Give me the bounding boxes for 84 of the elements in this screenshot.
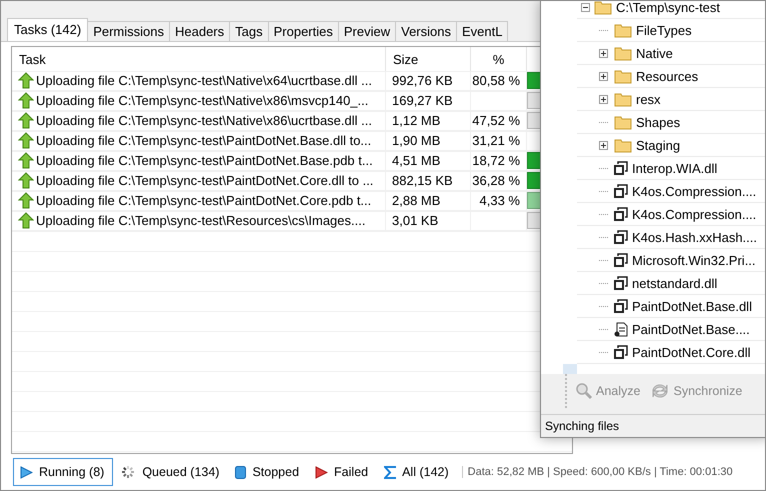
tree-item[interactable]: K4os.Hash.xxHash.... bbox=[577, 226, 765, 249]
size-cell: 1,12 MB bbox=[386, 111, 471, 130]
collapse-icon[interactable] bbox=[581, 2, 590, 12]
size-cell: 4,51 MB bbox=[386, 151, 471, 170]
tree-item[interactable]: PaintDotNet.Core.dll bbox=[577, 341, 765, 364]
task-text: Uploading file C:\Temp\sync-test\Native\x86\ucrtbase.dll ... bbox=[36, 113, 372, 128]
up-arrow-icon bbox=[18, 132, 34, 149]
up-arrow-icon bbox=[18, 92, 34, 109]
window-stack-icon bbox=[614, 161, 628, 175]
up-arrow-icon bbox=[18, 72, 34, 89]
folder-icon bbox=[614, 68, 632, 84]
filter-button[interactable]: Running (8) bbox=[13, 458, 114, 486]
tree-item[interactable]: PaintDotNet.Base.dll bbox=[577, 295, 765, 318]
tab[interactable]: EventL bbox=[456, 21, 508, 41]
percent-cell: 31,21 % bbox=[471, 131, 527, 150]
size-cell: 992,76 KB bbox=[386, 71, 471, 90]
stop-icon bbox=[235, 466, 246, 478]
dialog-status: Synching files bbox=[541, 414, 765, 437]
expand-icon[interactable] bbox=[599, 48, 608, 58]
column-header[interactable]: % bbox=[471, 47, 527, 71]
tab[interactable]: Properties bbox=[268, 21, 339, 41]
up-arrow-icon bbox=[18, 192, 34, 209]
document-icon bbox=[614, 322, 628, 336]
folder-icon bbox=[614, 22, 632, 38]
refresh-icon bbox=[650, 382, 670, 400]
tree-item[interactable]: Staging bbox=[577, 134, 765, 157]
tree-item[interactable]: Shapes bbox=[577, 111, 765, 134]
tree-item[interactable]: Resources bbox=[577, 65, 765, 88]
up-arrow-icon bbox=[18, 152, 34, 169]
size-cell: 3,01 KB bbox=[386, 211, 471, 230]
tree-item[interactable]: K4os.Compression.... bbox=[577, 180, 765, 203]
filter-button[interactable]: Stopped bbox=[228, 458, 308, 486]
filter-button[interactable]: Failed bbox=[308, 458, 378, 486]
task-text: Uploading file C:\Temp\sync-test\PaintDotNet.Base.dll to... bbox=[36, 133, 372, 148]
tree-item[interactable]: PaintDotNet.Base.... bbox=[577, 318, 765, 341]
size-cell: 169,27 KB bbox=[386, 91, 471, 110]
tree-item[interactable]: C:\Temp\sync-test bbox=[577, 1, 765, 19]
expand-icon[interactable] bbox=[599, 140, 608, 150]
window-stack-icon bbox=[614, 207, 628, 221]
size-cell: 2,88 MB bbox=[386, 191, 471, 210]
column-header[interactable]: Size bbox=[386, 47, 471, 71]
filter-button[interactable]: Queued (134) bbox=[113, 458, 228, 486]
tab[interactable]: Tags bbox=[229, 21, 269, 41]
tree-item[interactable]: Native bbox=[577, 42, 765, 65]
up-arrow-icon bbox=[18, 212, 34, 229]
task-text: Uploading file C:\Temp\sync-test\PaintDotNet.Core.dll to ... bbox=[36, 173, 374, 188]
folder-icon bbox=[614, 92, 632, 106]
sigma-icon bbox=[384, 466, 396, 478]
tree-item[interactable]: Microsoft.Win32.Pri... bbox=[577, 249, 765, 272]
window-stack-icon bbox=[614, 253, 628, 267]
task-text: Uploading file C:\Temp\sync-test\Resources\cs\Images.... bbox=[36, 213, 366, 228]
size-cell: 882,15 KB bbox=[386, 171, 471, 190]
tree-item[interactable]: K4os.Compression.... bbox=[577, 203, 765, 226]
size-cell: 1,90 MB bbox=[386, 131, 471, 150]
folder-icon bbox=[614, 138, 632, 152]
up-arrow-icon bbox=[18, 112, 34, 129]
up-arrow-icon bbox=[18, 172, 34, 189]
tab[interactable]: Tasks (142) bbox=[7, 18, 88, 41]
task-text: Uploading file C:\Temp\sync-test\PaintDotNet.Base.pdb t... bbox=[36, 153, 373, 168]
play-icon bbox=[20, 466, 33, 478]
window-stack-icon bbox=[614, 184, 628, 198]
selection-highlight bbox=[563, 364, 577, 374]
task-text: Uploading file C:\Temp\sync-test\Native\x64\ucrtbase.dll ... bbox=[36, 73, 372, 88]
window-stack-icon bbox=[614, 345, 628, 359]
spinner-icon bbox=[120, 464, 136, 480]
play-icon bbox=[315, 466, 328, 478]
window-stack-icon bbox=[614, 276, 628, 290]
tree-item[interactable]: Interop.WIA.dll bbox=[577, 157, 765, 180]
expand-icon[interactable] bbox=[599, 94, 608, 104]
tree-item[interactable]: netstandard.dll bbox=[577, 272, 765, 295]
folder-icon bbox=[614, 46, 632, 60]
folder-icon bbox=[614, 114, 632, 130]
column-header[interactable]: Task bbox=[12, 47, 386, 71]
tree-item[interactable]: resx bbox=[577, 88, 765, 111]
task-text: Uploading file C:\Temp\sync-test\Native\x86\msvcp140_... bbox=[36, 93, 368, 108]
window-stack-icon bbox=[614, 299, 628, 313]
transfer-status: Data: 52,82 MB | Speed: 600,00 KB/s | Time: 00:01:30 bbox=[462, 466, 733, 478]
task-text: Uploading file C:\Temp\sync-test\PaintDotNet.Core.pdb t... bbox=[36, 193, 372, 208]
tree-item[interactable]: FileTypes bbox=[577, 19, 765, 42]
magnifier-icon bbox=[575, 382, 593, 400]
expand-icon[interactable] bbox=[599, 72, 608, 80]
filter-button[interactable]: All (142) bbox=[377, 458, 458, 486]
folder-icon bbox=[594, 1, 612, 14]
window-stack-icon bbox=[614, 230, 628, 244]
